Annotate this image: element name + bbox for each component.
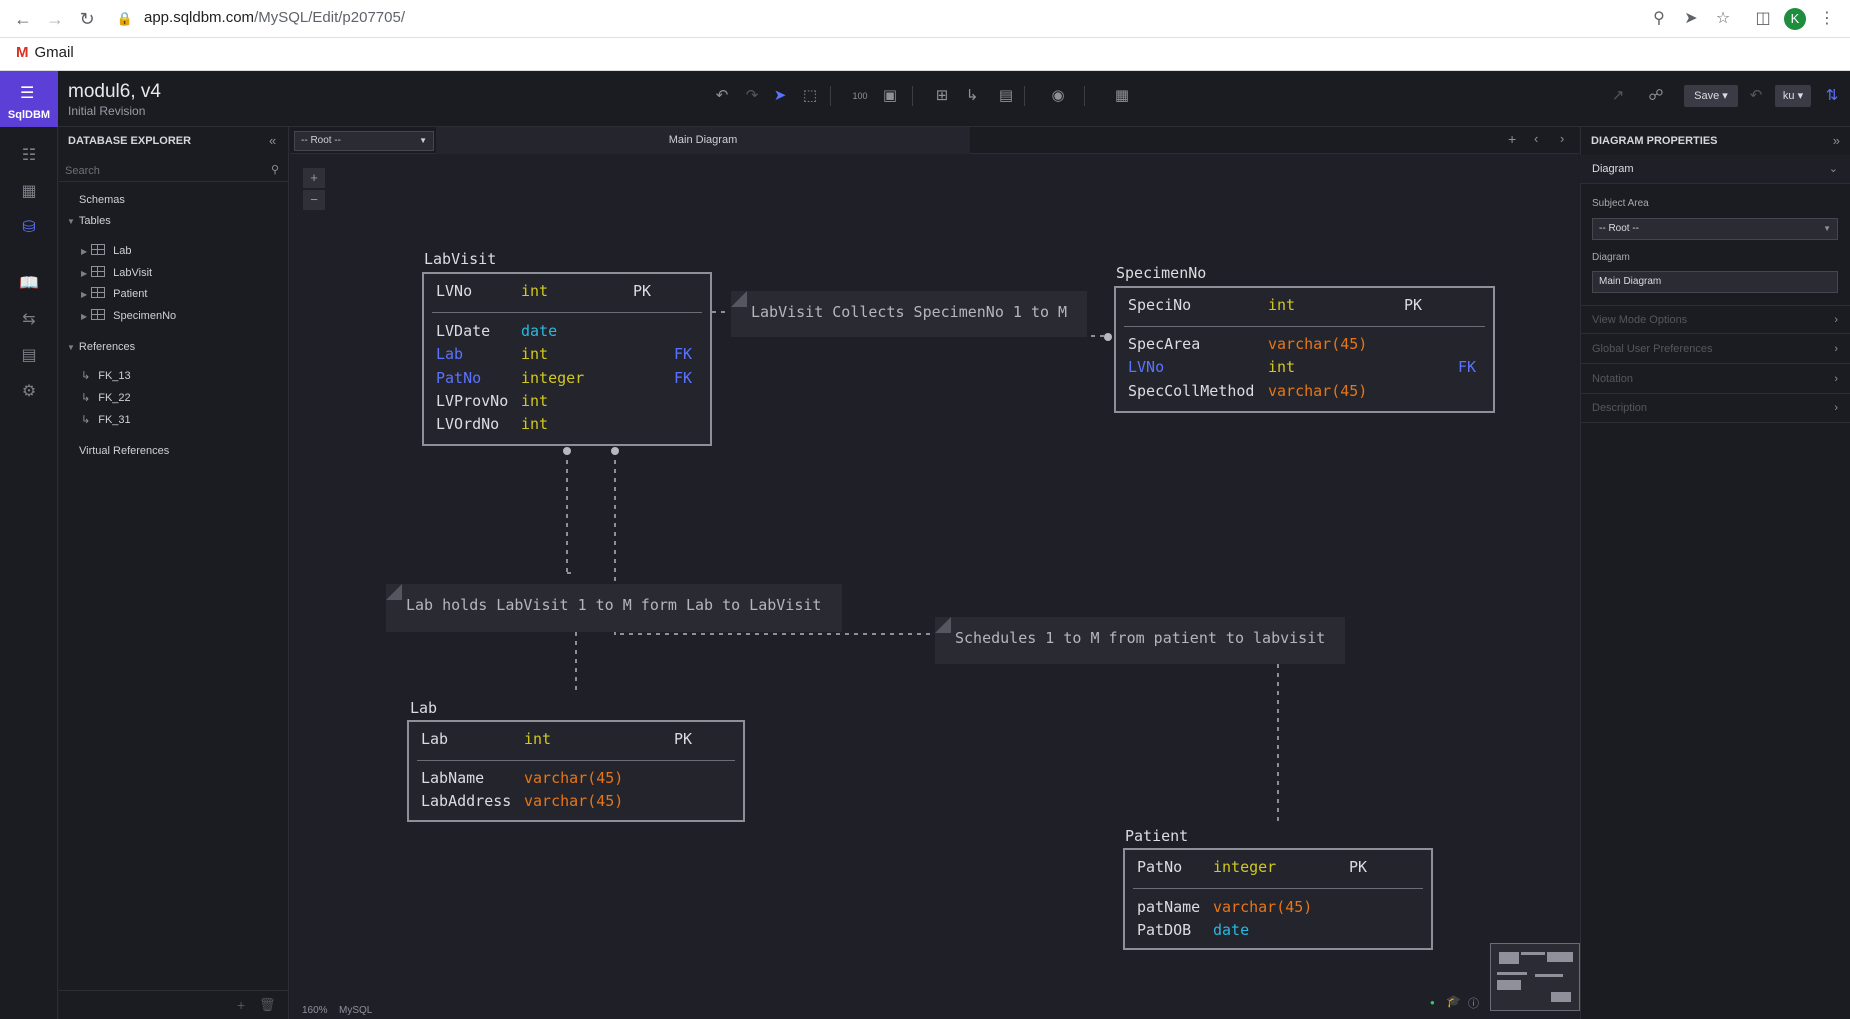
chevron-right-icon: › bbox=[1834, 343, 1838, 355]
section-label: Global User Preferences bbox=[1592, 343, 1713, 355]
column-name: SpeciNo bbox=[1128, 296, 1192, 314]
column-type: int bbox=[1268, 296, 1296, 314]
foreign-key-badge: FK bbox=[1458, 358, 1477, 376]
table-title-specimenno[interactable]: SpecimenNo bbox=[1116, 264, 1206, 282]
properties-title: DIAGRAM PROPERTIES bbox=[1591, 135, 1718, 147]
column-name: LVDate bbox=[436, 322, 491, 340]
column-type: date bbox=[1213, 921, 1250, 939]
pk-divider bbox=[1133, 888, 1423, 889]
section-label: Description bbox=[1592, 402, 1648, 414]
column-type: int bbox=[1268, 358, 1296, 376]
status-dot-icon: ● bbox=[1430, 998, 1435, 1007]
pk-divider bbox=[1124, 326, 1485, 327]
database-type: MySQL bbox=[339, 1005, 373, 1016]
table-patient[interactable]: PatNo integer PK patName varchar(45) Pat… bbox=[1123, 848, 1433, 950]
primary-key-badge: PK bbox=[1349, 858, 1368, 876]
table-labvisit[interactable]: LVNo int PK LVDate date Lab int FK PatNo… bbox=[422, 272, 712, 446]
column-name: LVProvNo bbox=[436, 392, 509, 410]
note-text: Lab holds LabVisit 1 to M form Lab to La… bbox=[406, 596, 822, 614]
section-global-user-preferences[interactable]: Global User Preferences › bbox=[1580, 335, 1850, 364]
pk-divider bbox=[432, 312, 702, 313]
collapse-panel-icon[interactable]: » bbox=[1833, 133, 1840, 148]
column-type: int bbox=[521, 345, 549, 363]
note-fold bbox=[731, 291, 747, 307]
minimap-block bbox=[1551, 992, 1571, 1002]
column-name: SpecArea bbox=[1128, 335, 1201, 353]
column-name: PatDOB bbox=[1137, 921, 1192, 939]
column-name: PatNo bbox=[1137, 858, 1183, 876]
column-type: varchar(45) bbox=[524, 769, 624, 787]
minimap-block bbox=[1521, 952, 1545, 955]
section-label: View Mode Options bbox=[1592, 314, 1688, 326]
column-name: LabName bbox=[421, 769, 485, 787]
note-lab-holds[interactable]: Lab holds LabVisit 1 to M form Lab to La… bbox=[386, 584, 842, 632]
chevron-right-icon: › bbox=[1834, 314, 1838, 326]
column-type: int bbox=[521, 415, 549, 433]
column-name: LabAddress bbox=[421, 792, 512, 810]
section-diagram[interactable]: Diagram ⌄ bbox=[1580, 155, 1850, 184]
table-title-patient[interactable]: Patient bbox=[1125, 827, 1188, 845]
column-type: varchar(45) bbox=[1268, 382, 1368, 400]
section-view-mode-options[interactable]: View Mode Options › bbox=[1580, 305, 1850, 334]
table-title-labvisit[interactable]: LabVisit bbox=[424, 250, 496, 268]
relationship-lines bbox=[563, 311, 1279, 822]
help-icon[interactable]: ⓘ bbox=[1468, 995, 1479, 1011]
note-schedules[interactable]: Schedules 1 to M from patient to labvisi… bbox=[935, 617, 1345, 664]
table-specimenno[interactable]: SpeciNo int PK SpecArea varchar(45) LVNo… bbox=[1114, 286, 1495, 413]
column-name: LVNo bbox=[1128, 358, 1165, 376]
subject-area-dropdown[interactable]: -- Root -- ▼ bbox=[1592, 218, 1838, 240]
section-label: Diagram bbox=[1592, 163, 1634, 175]
column-name: Lab bbox=[421, 730, 449, 748]
column-type: varchar(45) bbox=[1268, 335, 1368, 353]
column-type: varchar(45) bbox=[1213, 898, 1313, 916]
minimap-block bbox=[1499, 952, 1519, 964]
note-fold bbox=[386, 584, 402, 600]
minimap-block bbox=[1547, 952, 1573, 962]
section-description[interactable]: Description › bbox=[1580, 394, 1850, 423]
column-name: SpecCollMethod bbox=[1128, 382, 1255, 400]
note-labvisit-collects[interactable]: LabVisit Collects SpecimenNo 1 to M bbox=[731, 291, 1087, 337]
column-name: LVNo bbox=[436, 282, 473, 300]
primary-key-badge: PK bbox=[633, 282, 652, 300]
chevron-down-icon: ▼ bbox=[1823, 224, 1831, 233]
column-name: Lab bbox=[436, 345, 464, 363]
column-type: integer bbox=[1213, 858, 1277, 876]
column-type: integer bbox=[521, 369, 585, 387]
column-name: LVOrdNo bbox=[436, 415, 500, 433]
pk-divider bbox=[417, 760, 735, 761]
note-text: LabVisit Collects SpecimenNo 1 to M bbox=[751, 303, 1068, 321]
column-type: int bbox=[521, 392, 549, 410]
subject-area-label: Subject Area bbox=[1592, 198, 1649, 209]
chevron-right-icon: › bbox=[1834, 402, 1838, 414]
column-name: PatNo bbox=[436, 369, 482, 387]
section-notation[interactable]: Notation › bbox=[1580, 365, 1850, 394]
table-lab[interactable]: Lab int PK LabName varchar(45) LabAddres… bbox=[407, 720, 745, 822]
table-title-lab[interactable]: Lab bbox=[410, 699, 437, 717]
note-fold bbox=[935, 617, 951, 633]
primary-key-badge: PK bbox=[674, 730, 693, 748]
column-type: varchar(45) bbox=[524, 792, 624, 810]
chevron-right-icon: › bbox=[1834, 373, 1838, 385]
section-label: Notation bbox=[1592, 373, 1633, 385]
column-type: int bbox=[521, 282, 549, 300]
minimap-block bbox=[1497, 980, 1521, 990]
graduation-cap-icon[interactable]: 🎓 bbox=[1446, 994, 1461, 1008]
minimap-block bbox=[1497, 972, 1527, 975]
diagram-name-input[interactable]: Main Diagram bbox=[1592, 271, 1838, 293]
zoom-level: 160% bbox=[302, 1005, 328, 1016]
diagram-label: Diagram bbox=[1592, 252, 1630, 263]
minimap[interactable] bbox=[1490, 943, 1580, 1011]
foreign-key-badge: FK bbox=[674, 369, 693, 387]
foreign-key-badge: FK bbox=[674, 345, 693, 363]
minimap-block bbox=[1535, 974, 1563, 977]
column-name: patName bbox=[1137, 898, 1201, 916]
primary-key-badge: PK bbox=[1404, 296, 1423, 314]
chevron-down-icon: ⌄ bbox=[1828, 163, 1838, 175]
column-type: int bbox=[524, 730, 552, 748]
dropdown-value: -- Root -- bbox=[1599, 223, 1639, 234]
column-type: date bbox=[521, 322, 558, 340]
note-text: Schedules 1 to M from patient to labvisi… bbox=[955, 629, 1326, 647]
